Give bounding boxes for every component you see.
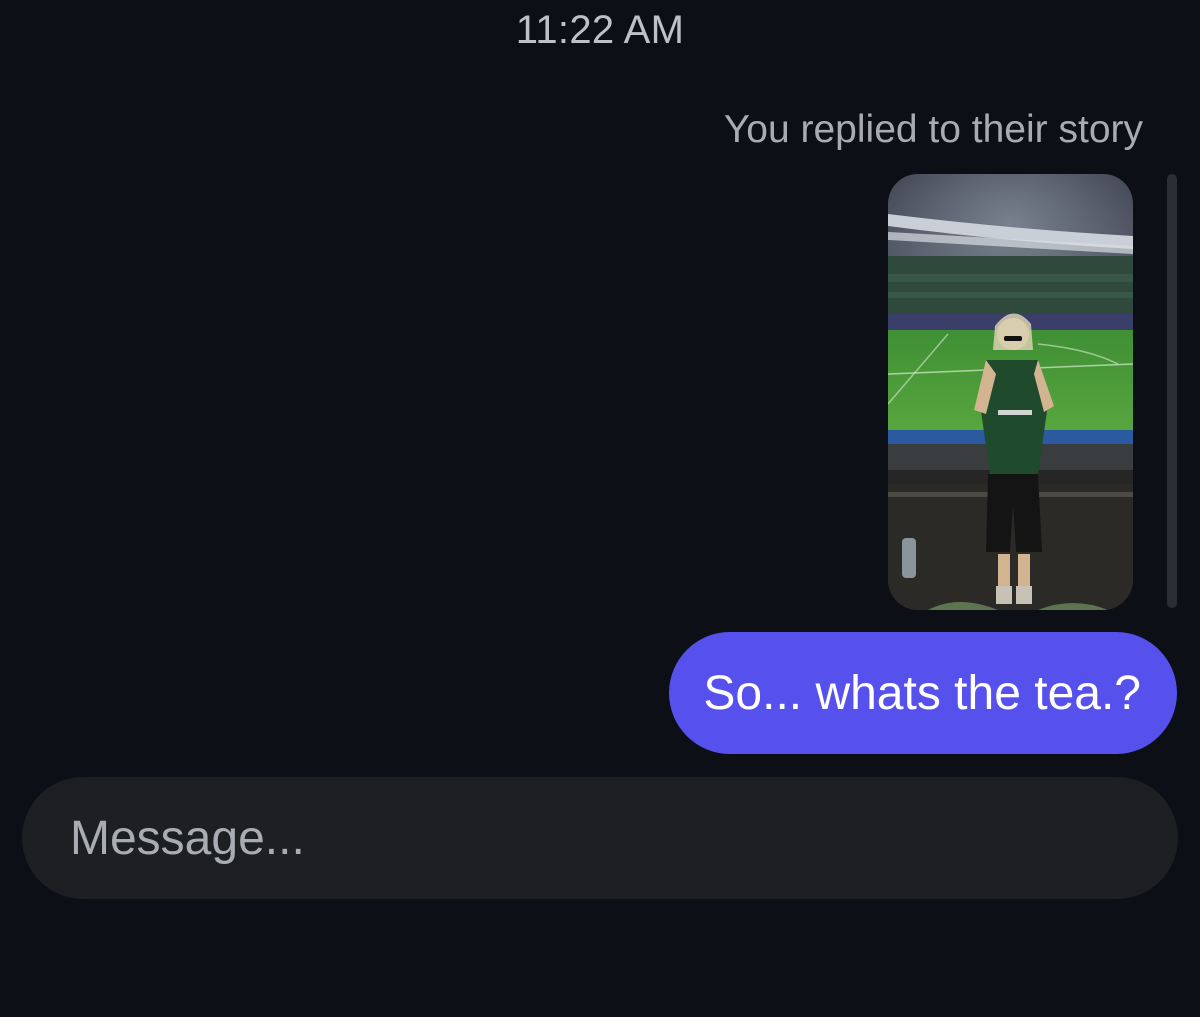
story-reply-indicator-bar (1167, 174, 1177, 608)
message-input[interactable] (70, 798, 1130, 878)
story-reply-thumbnail[interactable] (888, 174, 1133, 610)
message-timestamp: 11:22 AM (515, 8, 685, 52)
story-reply-label: You replied to their story (723, 108, 1143, 151)
story-photo-stadium (888, 174, 1133, 610)
message-composer[interactable] (22, 777, 1178, 899)
outgoing-message-bubble[interactable]: So... whats the tea.? (669, 632, 1177, 754)
